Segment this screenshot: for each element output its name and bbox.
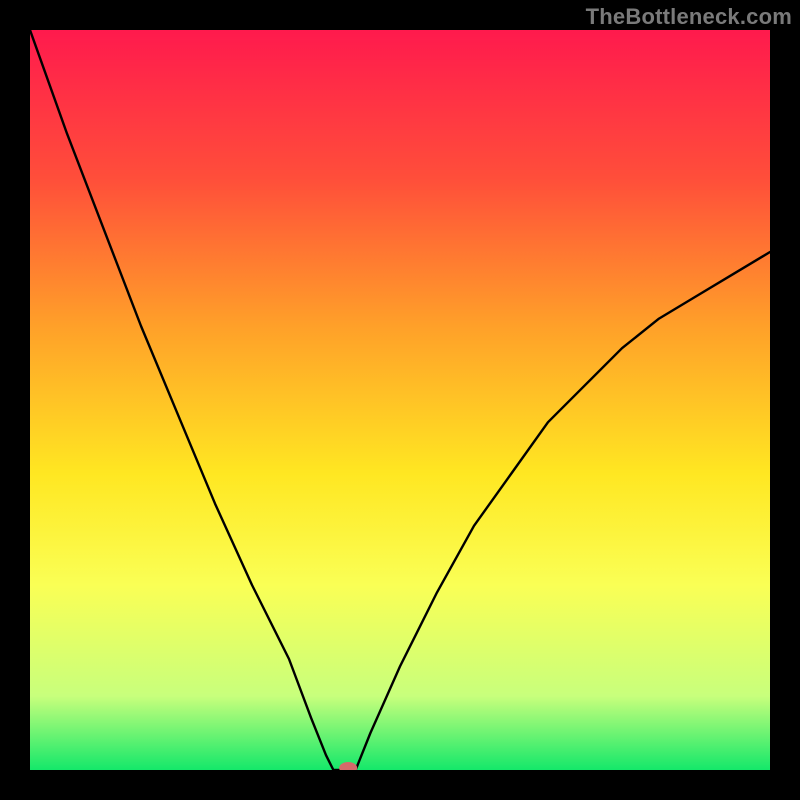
chart-plot: [30, 30, 770, 770]
chart-svg: [30, 30, 770, 770]
chart-frame: TheBottleneck.com: [0, 0, 800, 800]
gradient-bg: [30, 30, 770, 770]
watermark-text: TheBottleneck.com: [586, 4, 792, 30]
